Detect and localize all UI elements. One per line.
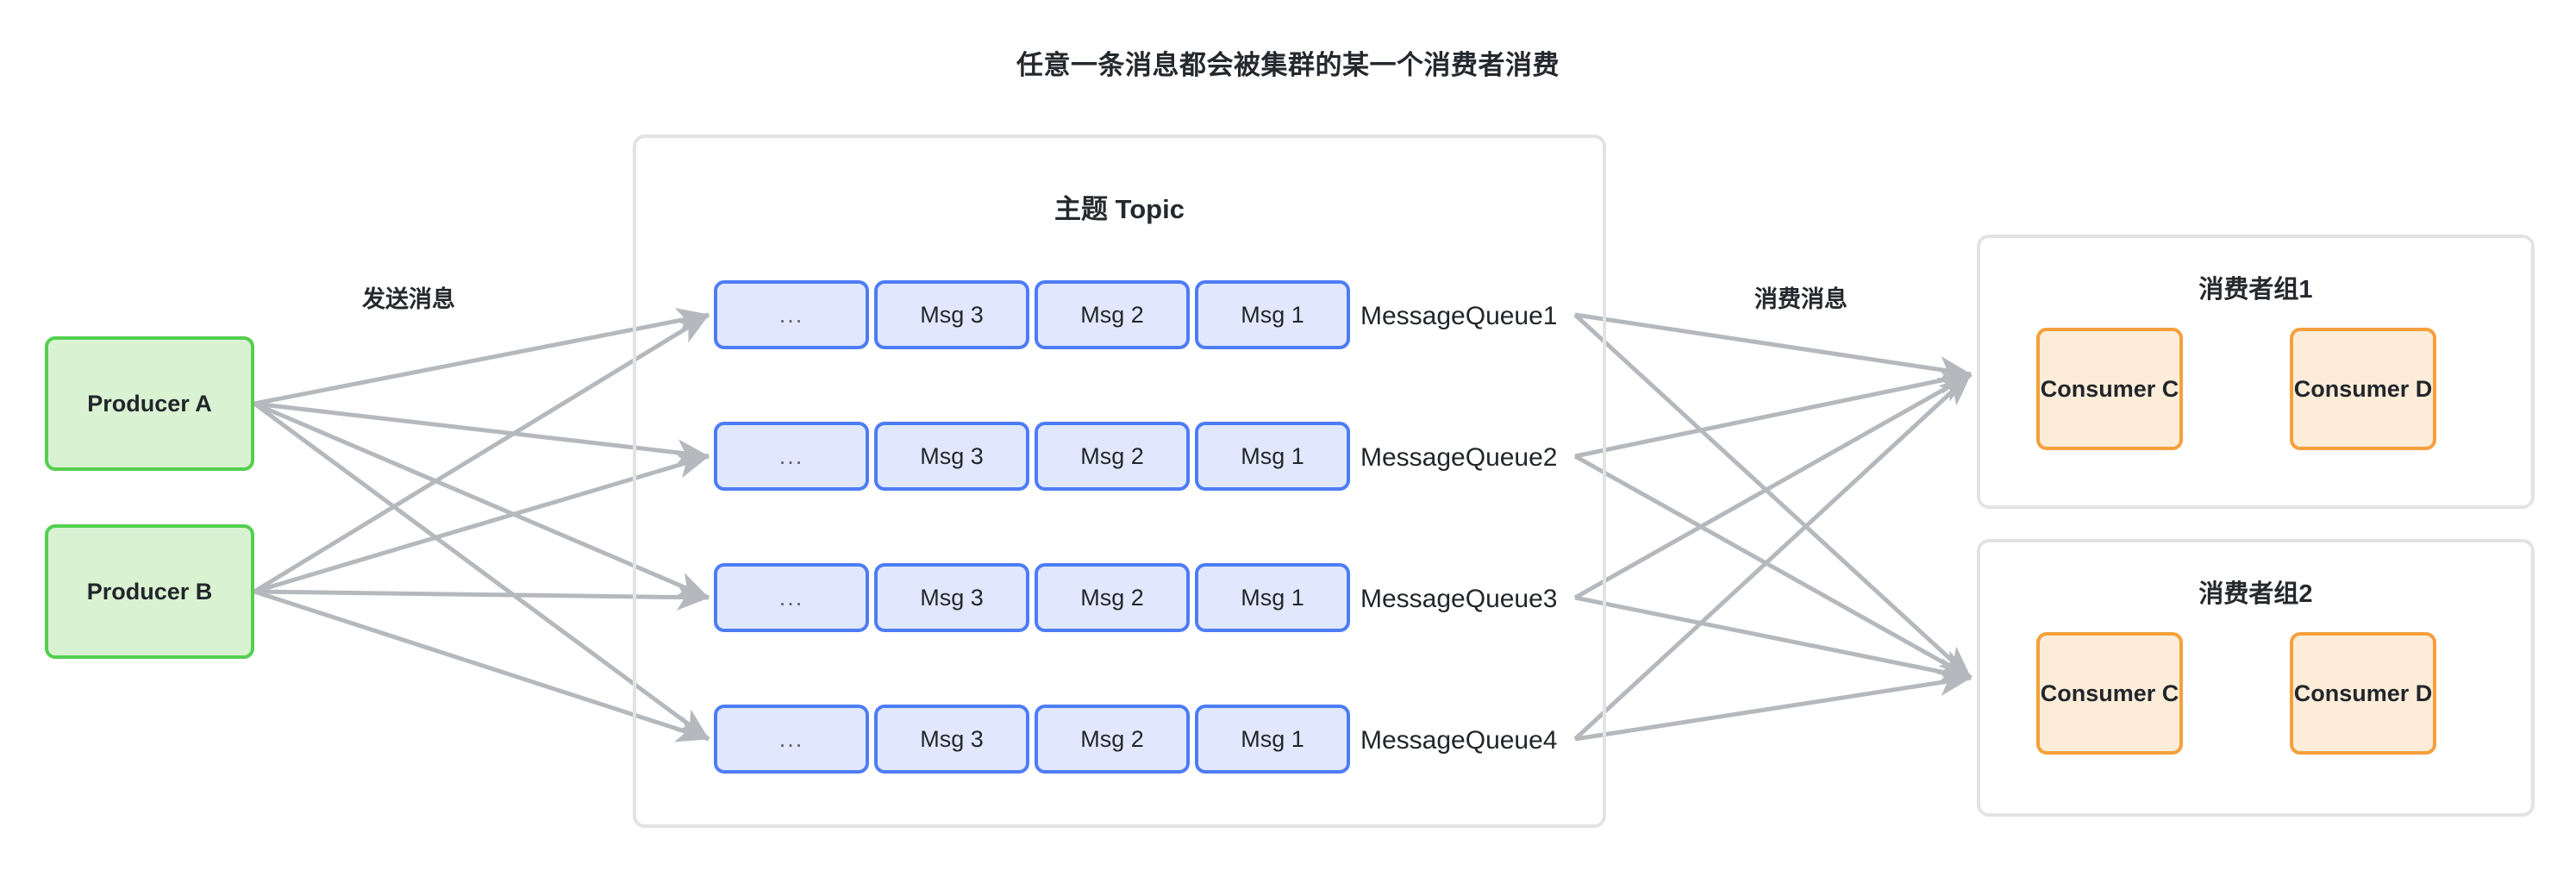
consumer-c-group2-box[interactable]: Consumer C	[2036, 632, 2183, 755]
message-box[interactable]: Msg 1	[1195, 422, 1350, 491]
message-box[interactable]: Msg 3	[874, 280, 1029, 349]
consumer-c-group1-box[interactable]: Consumer C	[2036, 328, 2183, 450]
message-box[interactable]: Msg 3	[874, 705, 1029, 774]
message-box[interactable]: Msg 2	[1035, 563, 1190, 632]
message-box[interactable]: ...	[714, 422, 869, 491]
message-box[interactable]: Msg 1	[1195, 563, 1350, 632]
producer-a-label: Producer A	[87, 390, 212, 417]
topic-title: 主题 Topic	[1054, 194, 1185, 224]
message-box[interactable]: ...	[714, 705, 869, 774]
consumer-d-group1-label: Consumer D	[2293, 375, 2433, 402]
consumer-group-1-title: 消费者组1	[2198, 276, 2313, 304]
queue-row-2: ... Msg 3 Msg 2 Msg 1	[714, 422, 1350, 491]
consume-message-label: 消费消息	[1754, 286, 1848, 312]
message-box[interactable]: Msg 2	[1035, 280, 1190, 349]
message-box[interactable]: ...	[714, 280, 869, 349]
message-box[interactable]: Msg 3	[874, 422, 1029, 491]
queue-label-2: MessageQueue2	[1360, 443, 1558, 472]
consumer-d-group1-box[interactable]: Consumer D	[2290, 328, 2436, 450]
queue-row-4: ... Msg 3 Msg 2 Msg 1	[714, 705, 1350, 774]
producer-b-label: Producer B	[86, 578, 213, 605]
queue-to-group-edges	[1573, 312, 1973, 742]
message-box[interactable]: Msg 2	[1035, 422, 1190, 491]
diagram-canvas: 任意一条消息都会被集群的某一个消费者消费 发送消息 消费消息 Producer …	[0, 0, 2576, 871]
consumer-d-group2-box[interactable]: Consumer D	[2290, 632, 2436, 755]
producer-b-box[interactable]: Producer B	[45, 524, 254, 659]
message-box[interactable]: Msg 1	[1195, 705, 1350, 774]
send-message-label: 发送消息	[362, 286, 455, 312]
queue-row-1: ... Msg 3 Msg 2 Msg 1	[714, 280, 1350, 349]
queue-label-1: MessageQueue1	[1360, 302, 1558, 330]
queue-label-4: MessageQueue4	[1360, 726, 1558, 755]
consumer-c-group1-label: Consumer C	[2040, 375, 2179, 402]
message-box[interactable]: Msg 3	[874, 563, 1029, 632]
queue-label-3: MessageQueue3	[1360, 585, 1558, 613]
message-box[interactable]: ...	[714, 563, 869, 632]
consumer-c-group2-label: Consumer C	[2040, 680, 2179, 706]
consumer-d-group2-label: Consumer D	[2293, 680, 2433, 706]
page-title: 任意一条消息都会被集群的某一个消费者消费	[1016, 50, 1560, 80]
consumer-group-2-title: 消费者组2	[2198, 580, 2313, 608]
queue-row-3: ... Msg 3 Msg 2 Msg 1	[714, 563, 1350, 632]
message-box[interactable]: Msg 2	[1035, 705, 1190, 774]
producer-a-box[interactable]: Producer A	[45, 336, 254, 471]
message-box[interactable]: Msg 1	[1195, 280, 1350, 349]
